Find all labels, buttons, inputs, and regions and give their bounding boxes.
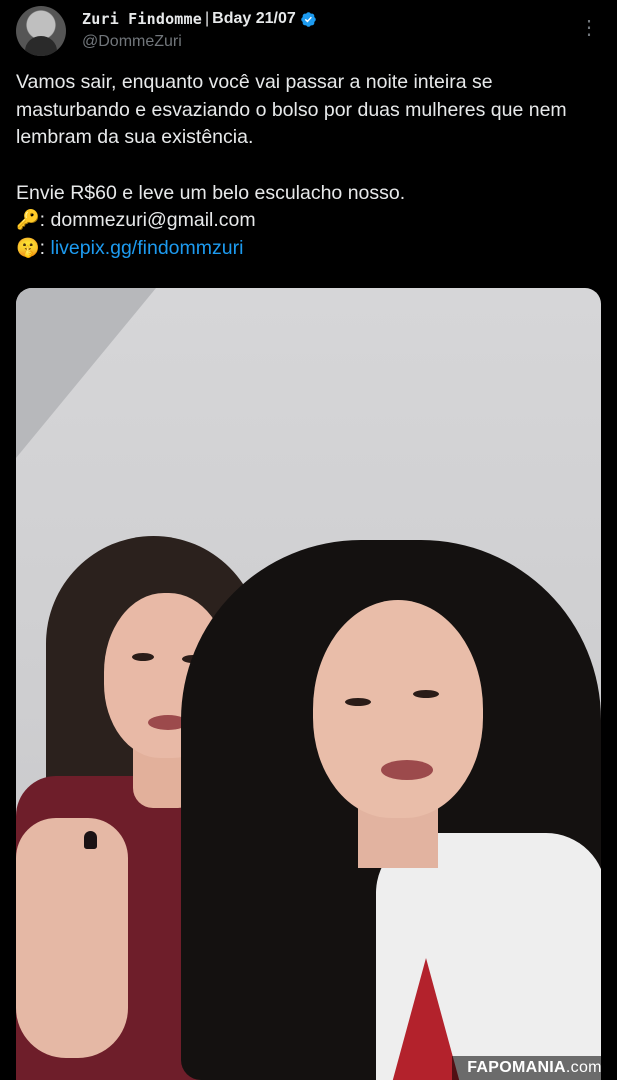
livepix-link[interactable]: livepix.gg/findommzuri	[51, 237, 244, 259]
tweet-text: Vamos sair, enquanto você vai passar a n…	[16, 69, 601, 262]
display-name[interactable]: Zuri Findomme	[82, 10, 202, 28]
wall-shadow	[16, 288, 156, 458]
more-options-icon[interactable]: ⋮	[577, 16, 601, 40]
email-separator: :	[39, 209, 46, 231]
tweet-photo[interactable]	[16, 288, 601, 1080]
email-line: 🔑: dommezuri@gmail.com	[16, 207, 601, 235]
lips	[381, 760, 433, 780]
watermark-brand: FAPOMANIA	[467, 1059, 566, 1076]
finger-nail	[84, 831, 97, 849]
email-text: dommezuri@gmail.com	[50, 209, 256, 231]
eye	[132, 653, 154, 661]
site-watermark: FAPOMANIA .com	[452, 1056, 617, 1080]
author-name-row[interactable]: Zuri Findomme | Bday 21/07	[82, 10, 317, 28]
tweet-paragraph-2: Envie R$60 e leve um belo esculacho noss…	[16, 181, 406, 204]
tweet-header: Zuri Findomme | Bday 21/07 @DommeZuri ⋮	[16, 6, 601, 60]
eye	[413, 690, 439, 698]
author-handle[interactable]: @DommeZuri	[82, 33, 182, 51]
eye	[345, 698, 371, 706]
link-line: 🤫: livepix.gg/findommzuri	[16, 235, 601, 263]
right-woman-face	[313, 600, 483, 818]
watermark-tld: .com	[565, 1059, 602, 1076]
name-separator: |	[205, 10, 210, 27]
link-separator: :	[39, 236, 46, 259]
bday-label: Bday 21/07	[212, 10, 296, 27]
shushing-face-icon: 🤫	[16, 237, 40, 259]
key-icon: 🔑	[16, 210, 40, 231]
tweet-paragraph-1: Vamos sair, enquanto você vai passar a n…	[16, 71, 567, 148]
avatar[interactable]	[16, 6, 66, 56]
left-woman-hand	[16, 818, 128, 1058]
verified-badge-icon	[301, 11, 316, 27]
